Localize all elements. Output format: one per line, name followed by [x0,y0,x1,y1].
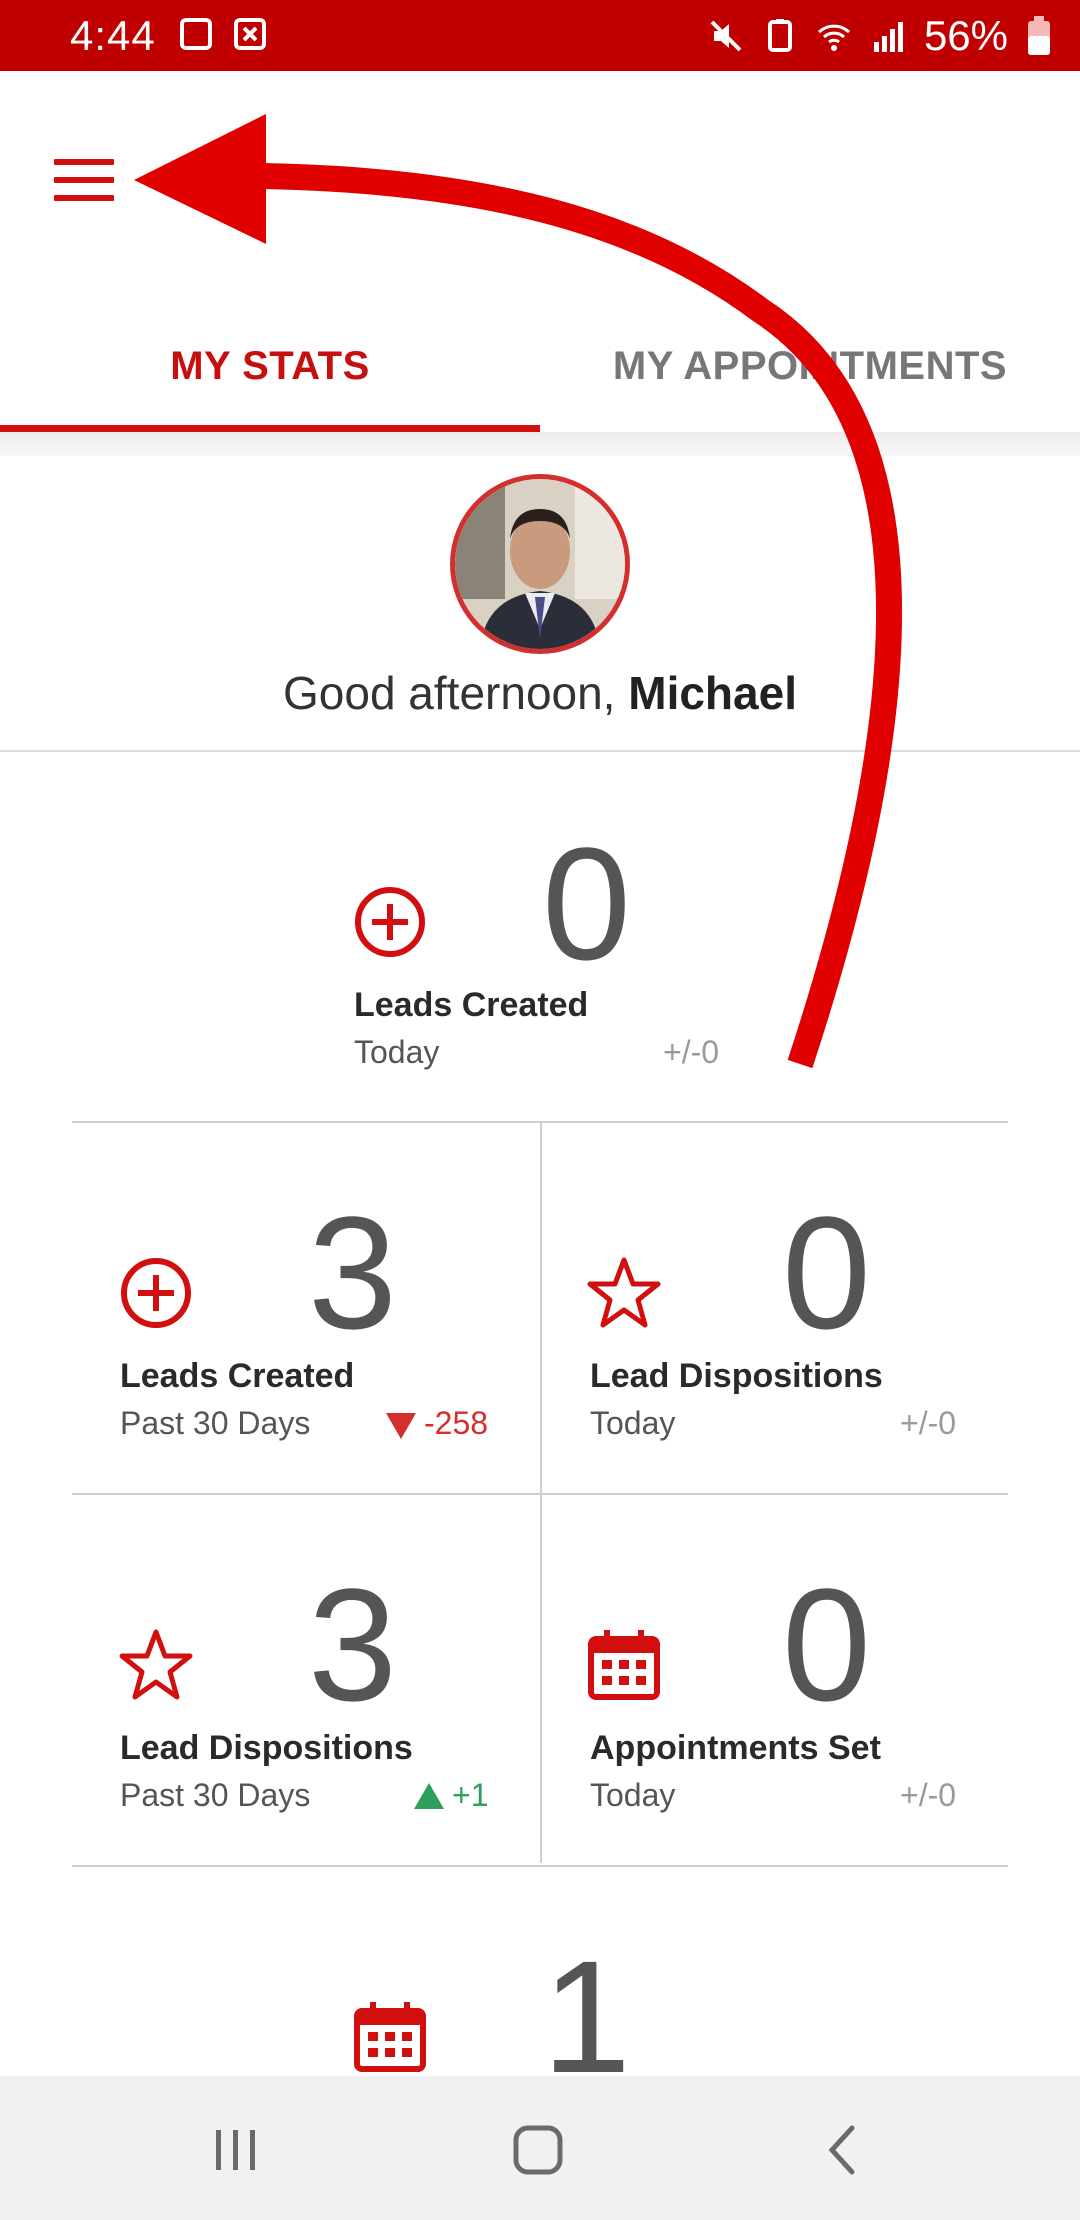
stat-value: 0 [542,814,631,993]
home-icon[interactable] [508,2120,568,2180]
stat-tile-leads-today[interactable]: 0 Leads Created Today +/-0 [0,752,1080,1122]
user-name: Michael [628,667,797,719]
stat-period: Past 30 Days [120,1777,311,1813]
tab-my-appointments[interactable]: MY APPOINTMENTS [540,300,1080,432]
stat-label: Lead Dispositions [120,1729,413,1767]
stat-delta: +/-0 [900,1405,957,1441]
stat-period: Past 30 Days [120,1405,311,1441]
star-icon [119,1629,193,1700]
tab-my-appointments-label: MY APPOINTMENTS [612,343,1008,388]
profile-header: Good afternoon, Michael [0,456,1080,752]
tab-my-stats-label: MY STATS [170,343,370,388]
stat-label: Leads Created [354,986,589,1024]
app-header [0,71,1080,221]
stat-tile-dispositions-today[interactable]: 0 Lead Dispositions Today +/-0 [542,1123,1008,1493]
system-nav-bar [0,2076,1080,2220]
stat-delta: +/-0 [900,1777,957,1813]
stat-value: 0 [782,1183,871,1362]
signal-icon [873,22,903,52]
mute-icon [710,20,742,52]
stat-value: 3 [308,1183,397,1362]
trend-up-icon [414,1783,444,1809]
plus-circle-icon [355,887,425,957]
recent-apps-icon[interactable] [206,2120,266,2180]
stat-value: 3 [308,1555,397,1734]
status-time: 4:44 [70,12,156,59]
stat-period: Today [590,1777,676,1813]
tab-bar: MY STATS MY APPOINTMENTS [0,300,1080,432]
stat-tile-appointments-partial[interactable]: 1 [0,1867,1080,2076]
stat-value: 1 [542,1927,631,2077]
greeting-text: Good afternoon, Michael [0,666,1080,720]
stat-label: Appointments Set [590,1729,881,1767]
star-icon [587,1257,661,1328]
wifi-icon [817,24,850,51]
stat-period: Today [590,1405,676,1441]
stat-delta: -258 [424,1405,489,1441]
stat-period: Today [354,1034,440,1070]
stat-label: Leads Created [120,1357,355,1395]
close-notif-icon [234,18,266,50]
hamburger-menu-icon[interactable] [54,159,114,205]
calendar-notif-icon [180,18,212,50]
battery-icon [1028,16,1050,55]
tab-divider [0,432,1080,456]
avatar-photo [455,479,625,649]
stat-tile-appointments-today[interactable]: 0 Appointments Set Today +/-0 [542,1495,1008,1865]
greeting-prefix: Good afternoon, [283,667,629,719]
status-bar: 4:44 56% [0,0,1080,71]
stat-tile-dispositions-30d[interactable]: 3 Lead Dispositions Past 30 Days +1 [72,1495,540,1865]
battery-saver-icon [767,19,792,52]
battery-percent: 56% [923,12,1008,59]
calendar-icon [354,2002,426,2072]
avatar[interactable] [450,474,630,654]
stat-delta: +1 [452,1777,489,1813]
tab-my-stats[interactable]: MY STATS [0,300,540,432]
stat-tile-leads-30d[interactable]: 3 Leads Created Past 30 Days -258 [72,1123,540,1493]
stat-delta: +/-0 [663,1034,720,1070]
calendar-icon [588,1630,660,1700]
stat-label: Lead Dispositions [590,1357,883,1395]
stat-value: 0 [782,1555,871,1734]
back-icon[interactable] [814,2120,874,2180]
trend-down-icon [386,1413,416,1439]
plus-circle-icon [121,1258,191,1328]
